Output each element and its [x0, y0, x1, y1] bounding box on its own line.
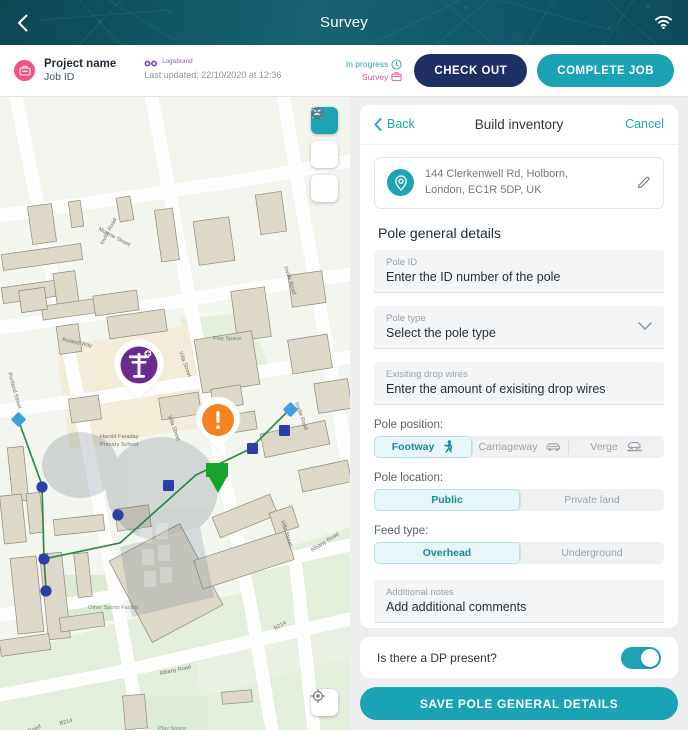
job-id: Job ID: [44, 71, 75, 84]
route-destination-block: [206, 463, 228, 477]
chevron-left-icon: [374, 118, 382, 131]
project-name: Project name: [44, 57, 117, 70]
segment-option-verge[interactable]: Verge: [568, 436, 664, 458]
wifi-status: [655, 16, 672, 29]
segment-option-label: Carriageway: [478, 440, 538, 453]
panel-cancel-button[interactable]: Cancel: [625, 117, 664, 131]
field-label: Pole type: [386, 312, 426, 324]
segment-option-overhead[interactable]: Overhead: [374, 541, 520, 564]
field-value: Enter the amount of exisiting drop wires: [386, 381, 606, 396]
panel-back-label: Back: [387, 117, 415, 132]
segment-option-label: Verge: [590, 440, 618, 453]
map-controls: [311, 107, 338, 209]
address-card[interactable]: 144 Clerkenwell Rd, Holborn, London, EC1…: [374, 156, 664, 209]
map-label: Play Space: [158, 726, 186, 730]
panel-title: Build inventory: [474, 116, 564, 132]
inventory-panel: Back Build inventory Cancel 144 Clerkenw…: [350, 97, 688, 730]
dp-present-row: Is there a DP present?: [360, 637, 678, 678]
field-pole-id[interactable]: Pole ID Enter the ID number of the pole: [374, 249, 664, 293]
segment-label: Pole position:: [374, 418, 444, 431]
logobrand-wordmark: Logobrand: [162, 59, 193, 66]
notes-value: Add additional comments: [386, 599, 527, 614]
status-survey-label: Survey: [361, 71, 389, 82]
main-body: Morrow Street Inville Road Villa Street Inv…: [0, 97, 688, 730]
segment-option-public[interactable]: Public: [374, 488, 520, 511]
map-view[interactable]: Morrow Street Inville Road Villa Street Inv…: [0, 97, 350, 730]
check-out-button[interactable]: CHECK OUT: [414, 54, 528, 87]
section-title: Pole general details: [378, 224, 501, 241]
dp-present-toggle[interactable]: [621, 646, 661, 669]
project-icon-badge: [14, 60, 35, 81]
car-grass-icon: [626, 442, 642, 452]
map-locate-button[interactable]: [311, 689, 338, 716]
locate-target-icon: [311, 689, 325, 703]
wifi-icon: [655, 16, 672, 29]
map-label: Play Space: [213, 336, 241, 342]
segment-option-label: Footway: [391, 440, 435, 453]
clock-icon: [391, 59, 402, 70]
address-line-2: London, EC1R 5DP, UK: [425, 183, 542, 196]
additional-notes-field[interactable]: Additional notes Add additional comments: [374, 579, 664, 623]
segment-label: Feed type:: [374, 524, 429, 537]
segment-pole-location: Pole location: Public Private land: [374, 472, 664, 511]
panel-scroll-area: 144 Clerkenwell Rd, Holborn, London, EC1…: [360, 144, 678, 629]
field-label: Pole ID: [386, 256, 418, 268]
layers-icon: [311, 107, 324, 120]
complete-job-button[interactable]: COMPLETE JOB: [537, 54, 674, 87]
address-text: 144 Clerkenwell Rd, Holborn, London, EC1…: [425, 167, 636, 198]
map-list-button[interactable]: [311, 107, 338, 168]
segment-option-footway[interactable]: Footway: [374, 435, 472, 458]
segment-option-underground[interactable]: Underground: [520, 542, 664, 564]
segment-option-private-land[interactable]: Private land: [520, 489, 664, 511]
field-label: Exisiting drop wires: [386, 368, 468, 380]
toggle-knob: [641, 648, 659, 667]
address-line-1: 144 Clerkenwell Rd, Holborn,: [425, 168, 569, 181]
segment-feed-type: Feed type: Overhead Underground: [374, 525, 664, 564]
notes-optional-hint: Optional: [386, 627, 678, 628]
panel-header: Back Build inventory Cancel: [360, 105, 678, 145]
segment-label: Pole location:: [374, 471, 444, 484]
map-label: Primary School: [100, 442, 138, 448]
pencil-icon: [637, 176, 650, 189]
app-root: Survey Project name Job ID Logobrand Las…: [0, 0, 688, 730]
map-layers-button[interactable]: [311, 107, 338, 202]
dp-present-question: Is there a DP present?: [377, 650, 497, 665]
chevron-down-icon[interactable]: [638, 318, 652, 336]
car-icon: [546, 443, 561, 451]
project-subheader: Project name Job ID Logobrand Last updat…: [0, 45, 688, 97]
map-pin-icon: [394, 175, 407, 191]
brand-logo-block: Logobrand Last updated: 22/10/2020 at 12…: [144, 59, 281, 81]
map-label: Other Sports Facility: [88, 605, 139, 611]
address-edit-button[interactable]: [636, 175, 651, 190]
save-pole-general-details-button[interactable]: SAVE POLE GENERAL DETAILS: [360, 687, 678, 720]
field-existing-drop-wires[interactable]: Exisiting drop wires Enter the amount of…: [374, 361, 664, 405]
segment-option-carriageway[interactable]: Carriageway: [472, 436, 568, 458]
panel-back-button[interactable]: Back: [374, 117, 415, 131]
segment-pole-position: Pole position: Footway Carriageway Verge: [374, 419, 664, 458]
top-navigation-bar: Survey: [0, 0, 688, 45]
map-label: Harold Faraday: [100, 434, 139, 440]
map-canvas: Morrow StreetInville RoadVilla StreetInv…: [0, 97, 350, 730]
field-pole-type[interactable]: Pole type Select the pole type: [374, 305, 664, 349]
address-pin-badge: [387, 169, 414, 197]
logobrand-mark-icon: [144, 60, 158, 67]
project-text-block: Project name Job ID: [44, 58, 116, 84]
job-status-block: In progress Survey: [346, 58, 403, 83]
field-value: Enter the ID number of the pole: [386, 269, 561, 284]
last-updated-text: Last updated: 22/10/2020 at 12:36: [144, 70, 282, 81]
walking-person-icon: [444, 440, 453, 454]
briefcase-badge-icon: [18, 65, 31, 76]
briefcase-icon: [391, 72, 402, 82]
status-in-progress-label: In progress: [345, 59, 389, 70]
page-title: Survey: [320, 14, 368, 31]
field-value: Select the pole type: [386, 325, 496, 340]
notes-label: Additional notes: [386, 586, 454, 598]
